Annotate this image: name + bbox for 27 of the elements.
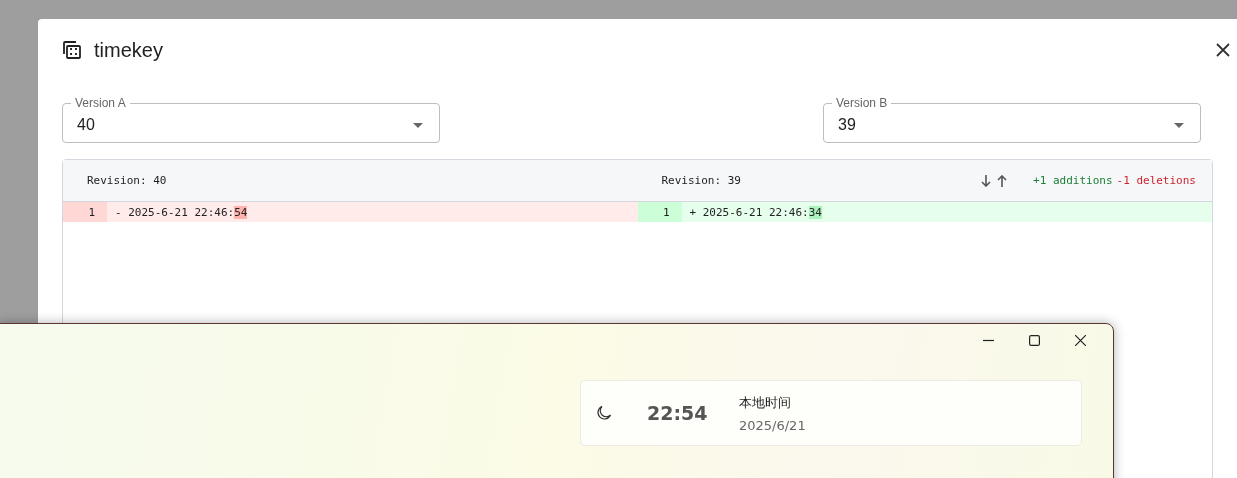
caret-icon: [413, 122, 423, 128]
revision-label: Revision: 39: [661, 174, 741, 187]
line-number: 1: [637, 202, 682, 222]
clock-label: 本地时间: [739, 393, 792, 412]
revision-label: Revision: 40: [87, 174, 167, 187]
close-button[interactable]: [1214, 41, 1232, 59]
arrow-up-icon[interactable]: [997, 174, 1008, 187]
clock-date: 2025/6/21: [739, 417, 806, 433]
frame-icon: [62, 40, 82, 60]
select-value: 39: [838, 116, 857, 134]
line-text: - 2025-6-21 22:46:54: [114, 204, 249, 221]
select-value: 40: [77, 116, 96, 134]
select-label: Version A: [74, 96, 127, 110]
dialog-title: timekey: [94, 38, 163, 62]
close-icon: [1074, 334, 1086, 346]
select-label: Version B: [835, 96, 889, 110]
line-number: 1: [63, 202, 107, 222]
additions-count: +1 additions: [1033, 174, 1113, 187]
moon-icon: [596, 405, 612, 421]
version-select[interactable]: Version A 40: [62, 96, 440, 143]
clock-time: 22:54: [647, 402, 709, 424]
version-select[interactable]: Version B 39: [823, 96, 1201, 143]
deletions-count: -1 deletions: [1116, 174, 1196, 187]
maximize-icon: [1028, 334, 1040, 346]
line-text: + 2025-6-21 22:46:34: [688, 204, 823, 221]
arrow-down-icon[interactable]: [981, 174, 992, 187]
caret-icon: [1174, 122, 1184, 128]
